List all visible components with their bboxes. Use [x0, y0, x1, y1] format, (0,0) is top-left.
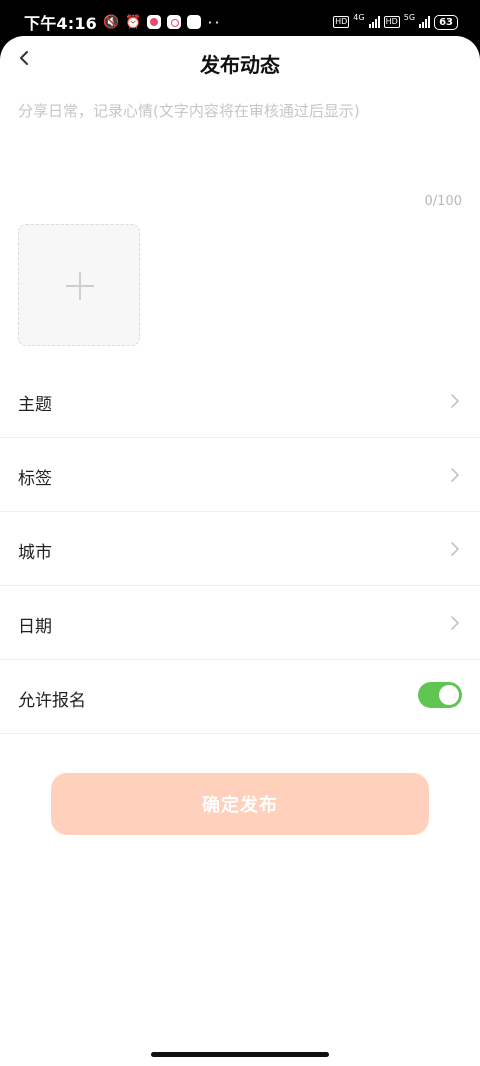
page-title: 发布动态 [200, 53, 280, 77]
home-indicator[interactable] [151, 1052, 329, 1057]
option-label: 主题 [18, 395, 52, 415]
network-type-4g: 4G [353, 12, 365, 22]
toggle-knob [439, 685, 459, 705]
status-time: 下午4:16 [24, 14, 97, 33]
add-image-button[interactable] [18, 224, 140, 346]
weibo-app-icon [147, 15, 162, 29]
publish-post-page: 发布动态 0/100 主题 标签 城市 日期 允许报名 确定发布 [0, 36, 480, 1066]
plus-icon-vertical [79, 272, 81, 300]
network-type-5g: 5G [403, 12, 416, 22]
option-label: 城市 [18, 543, 52, 563]
alarm-icon: ⏰ [125, 14, 142, 30]
option-row-topic[interactable]: 主题 [0, 364, 480, 438]
signal-icon-2 [419, 16, 431, 28]
confirm-publish-button[interactable]: 确定发布 [51, 773, 429, 835]
header: 发布动态 [0, 36, 480, 92]
message-app-icon [187, 15, 202, 29]
signal-icon [368, 16, 380, 28]
notification-app-icon [167, 15, 182, 29]
chevron-right-icon [451, 468, 459, 482]
option-label: 允许报名 [18, 691, 86, 711]
more-notifications-icon: ·· [207, 12, 222, 32]
post-content-input[interactable] [18, 100, 462, 200]
option-row-city[interactable]: 城市 [0, 512, 480, 586]
option-row-allow-signup: 允许报名 [0, 660, 480, 734]
status-right: HD 4G HD 5G 63 [333, 12, 458, 30]
hd-badge-2: HD [383, 16, 400, 28]
battery-icon: 63 [434, 14, 458, 30]
options-list: 主题 标签 城市 日期 允许报名 [0, 364, 480, 734]
chevron-right-icon [451, 542, 459, 556]
option-label: 日期 [18, 617, 52, 637]
hd-badge: HD [333, 16, 350, 28]
chevron-right-icon [451, 616, 459, 630]
option-label: 标签 [18, 469, 52, 489]
status-left: 下午4:16 🔇 ⏰ ·· [24, 10, 222, 34]
chevron-right-icon [451, 394, 459, 408]
allow-signup-toggle[interactable] [418, 682, 462, 708]
option-row-date[interactable]: 日期 [0, 586, 480, 660]
option-row-tags[interactable]: 标签 [0, 438, 480, 512]
mute-icon: 🔇 [103, 14, 120, 30]
char-counter: 0/100 [424, 194, 462, 209]
